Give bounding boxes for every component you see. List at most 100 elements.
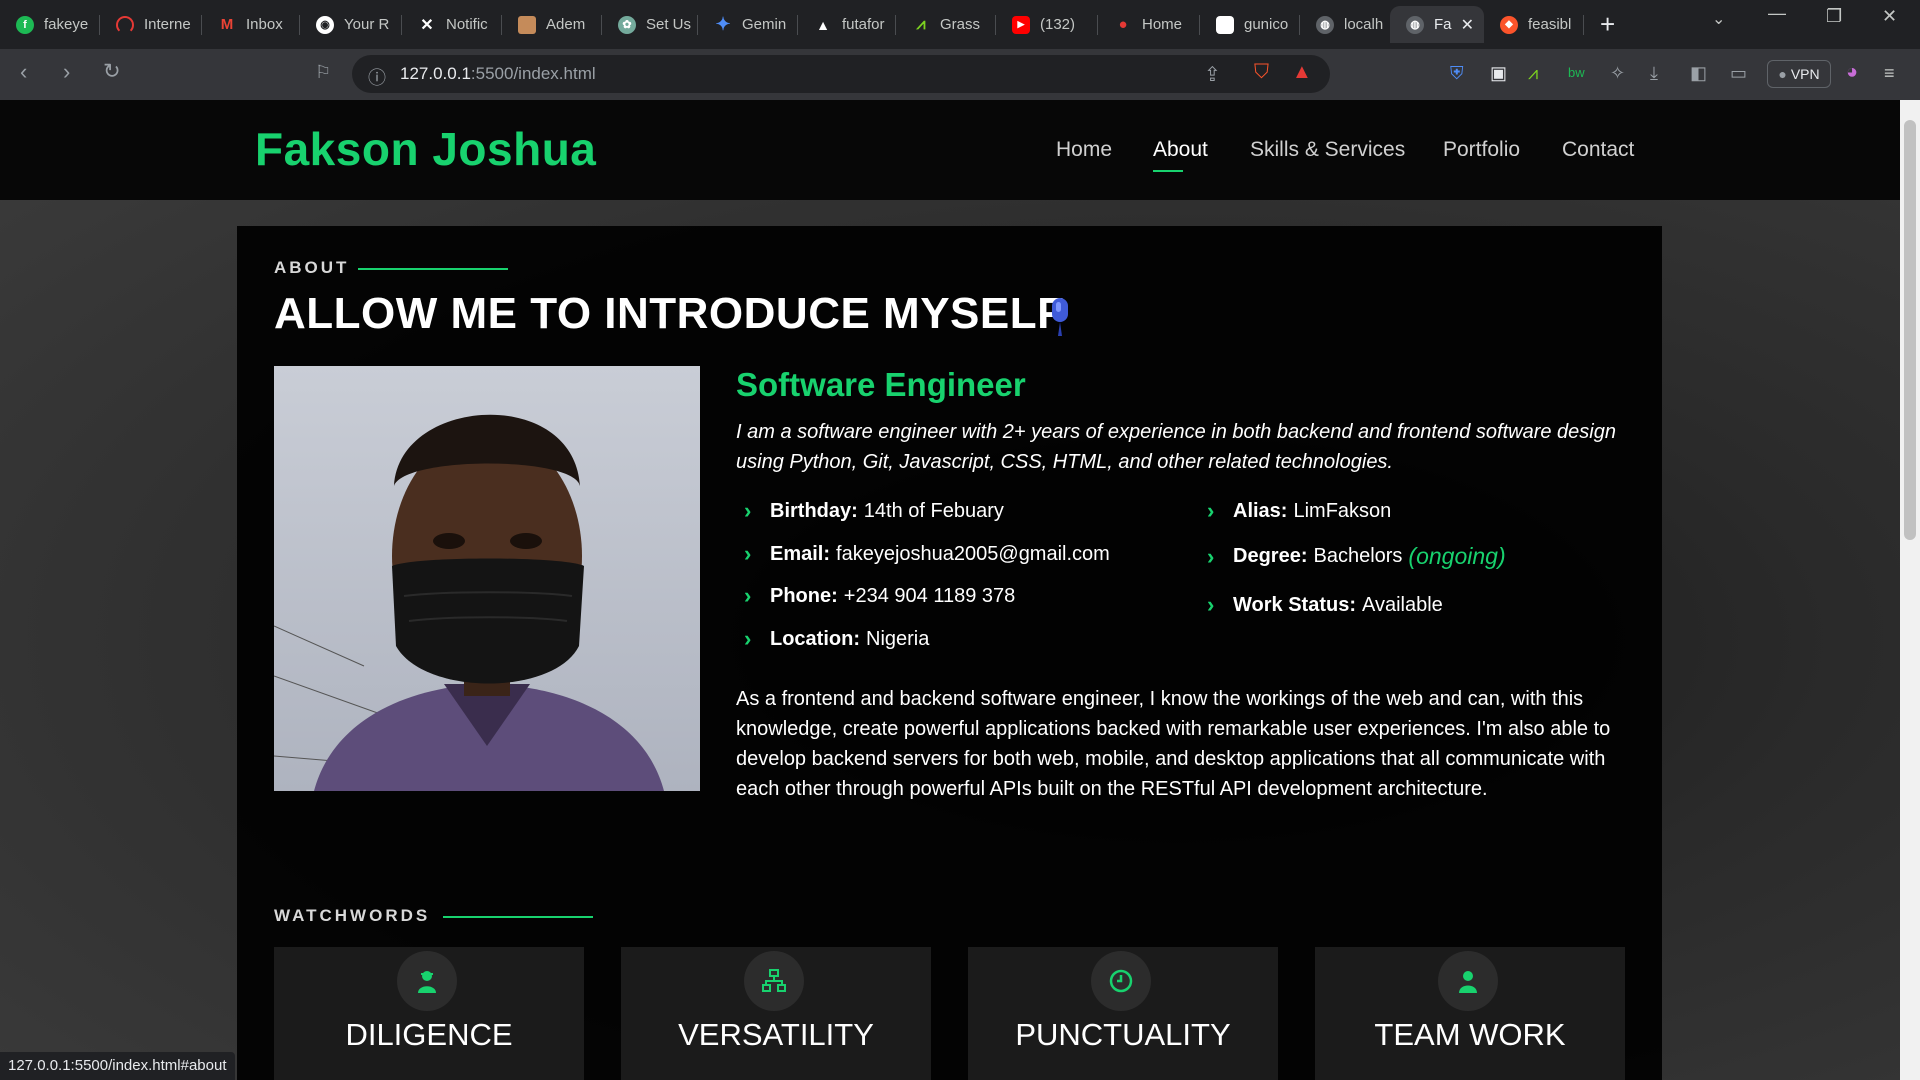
vpn-button[interactable]: ● VPN <box>1767 60 1831 88</box>
chevron-right-icon: › <box>744 498 752 523</box>
page-viewport: Fakson Joshua Home About Skills & Servic… <box>0 100 1900 1080</box>
pin-icon: ● <box>1118 16 1128 33</box>
close-tab-icon[interactable]: ✕ <box>1461 15 1474 35</box>
browser-tab[interactable]: ◍ localh <box>1300 6 1390 43</box>
about-description: As a frontend and backend software engin… <box>736 688 1611 800</box>
minimize-button[interactable]: — <box>1768 3 1786 24</box>
nav-contact[interactable]: Contact <box>1562 138 1634 162</box>
browser-tab[interactable]: ✕ Notific <box>402 6 502 43</box>
watchword-card-team-work: TEAM WORK <box>1315 947 1625 1080</box>
speedometer-icon <box>116 15 134 34</box>
globe-icon: ◍ <box>1406 15 1424 34</box>
fact-work-status: › Work Status: Available <box>1207 592 1443 617</box>
youtube-icon: ▶ <box>1012 15 1030 34</box>
back-button[interactable]: ‹ <box>20 59 27 85</box>
watchword-card-diligence: DILIGENCE <box>274 947 584 1080</box>
chevron-right-icon: › <box>744 626 752 651</box>
sidebar-icon[interactable]: ◧ <box>1690 63 1707 84</box>
share-icon[interactable]: ⇪ <box>1204 62 1221 87</box>
person-icon <box>1438 951 1498 1011</box>
browser-tab[interactable]: gunico <box>1200 6 1300 43</box>
brave-shield-icon[interactable]: ⛉ <box>1254 61 1269 84</box>
triangle-icon: ▲ <box>816 16 830 33</box>
nav-about[interactable]: About <box>1153 138 1208 172</box>
tab-search-icon[interactable]: ⌄ <box>1712 9 1725 29</box>
url-text[interactable]: 127.0.0.1:5500/index.html <box>400 64 596 84</box>
extensions-puzzle-icon[interactable]: ✧ <box>1610 63 1625 84</box>
extension-bw-icon[interactable]: bw <box>1568 65 1585 80</box>
browser-tab[interactable]: Adem <box>502 6 602 43</box>
browser-tab[interactable]: ✦ Gemin <box>698 6 798 43</box>
forward-button[interactable]: › <box>63 59 70 85</box>
gmail-icon: M <box>220 16 234 33</box>
close-window-button[interactable]: ✕ <box>1882 6 1897 27</box>
grass-extension-icon[interactable]: ⩘ <box>1528 63 1538 84</box>
bookmark-icon[interactable]: ⚐ <box>315 62 331 83</box>
watchword-title: DILIGENCE <box>345 1017 513 1052</box>
section-label-watchwords: WATCHWORDS <box>274 906 431 925</box>
gemini-icon: ✦ <box>715 14 731 34</box>
fact-email: › Email: fakeyejoshua2005@gmail.com <box>744 541 1110 566</box>
browser-tab[interactable]: f fakeye <box>0 6 100 43</box>
bitwarden-icon[interactable]: ⛨ <box>1450 63 1464 84</box>
chevron-right-icon: › <box>1207 498 1215 523</box>
brave-rewards-icon[interactable]: ▲ <box>1292 61 1312 84</box>
site-info-icon[interactable]: ⓘ <box>368 64 386 90</box>
grass-icon: ⩘ <box>916 15 926 33</box>
menu-icon[interactable]: ≡ <box>1884 63 1895 84</box>
browser-tab[interactable]: ✿ Set Us <box>602 6 698 43</box>
address-bar[interactable]: ⓘ 127.0.0.1:5500/index.html ⇪ ⛉ ▲ <box>352 55 1330 93</box>
x-icon: ✕ <box>420 16 434 34</box>
chevron-right-icon: › <box>1207 592 1215 617</box>
clock-icon <box>1091 951 1151 1011</box>
browser-tab-active[interactable]: ◍ Fa ✕ <box>1390 6 1484 43</box>
browser-tab[interactable]: M Inbox <box>202 6 300 43</box>
browser-tab[interactable]: ● Home <box>1098 6 1200 43</box>
nav-portfolio[interactable]: Portfolio <box>1443 138 1520 162</box>
browser-tab[interactable]: ◉ Your R <box>300 6 402 43</box>
fact-alias: › Alias: LimFakson <box>1207 498 1392 523</box>
chevron-right-icon: › <box>1207 543 1215 569</box>
scrollbar-thumb[interactable] <box>1904 120 1916 540</box>
green-f-icon: f <box>16 15 34 34</box>
status-bar-url: 127.0.0.1:5500/index.html#about <box>0 1052 235 1080</box>
globe-icon: ◍ <box>1316 15 1334 34</box>
nav-skills-services[interactable]: Skills & Services <box>1250 138 1405 162</box>
chatgpt-icon: ✿ <box>618 15 636 34</box>
site-logo[interactable]: Fakson Joshua <box>255 122 596 176</box>
browser-toolbar: ‹ › ↻ ⚐ ⓘ 127.0.0.1:5500/index.html ⇪ ⛉ … <box>0 49 1920 100</box>
fact-phone: › Phone: +234 904 1189 378 <box>744 583 1016 608</box>
hexagon-icon <box>1216 15 1234 34</box>
profile-photo <box>274 366 700 791</box>
maximize-button[interactable]: ❐ <box>1826 6 1842 27</box>
watchword-card-punctuality: PUNCTUALITY <box>968 947 1278 1080</box>
watchword-title: PUNCTUALITY <box>1015 1017 1231 1052</box>
reload-button[interactable]: ↻ <box>103 59 121 84</box>
chevron-right-icon: › <box>744 583 752 608</box>
watchword-title: VERSATILITY <box>678 1017 874 1052</box>
browser-tab[interactable]: ▲ futafor <box>798 6 896 43</box>
extension-icon[interactable]: ▣ <box>1490 63 1507 84</box>
leo-ai-icon[interactable]: ◕ <box>1846 61 1858 84</box>
section-label-about: ABOUT <box>274 258 350 277</box>
browser-tab[interactable]: ⩘ Grass <box>896 6 996 43</box>
chevron-right-icon: › <box>744 541 752 566</box>
about-heading: ALLOW ME TO INTRODUCE MYSELF <box>274 289 1065 338</box>
browser-tab-strip: f fakeye Interne M Inbox ◉ Your R ✕ Noti… <box>0 0 1920 49</box>
fact-degree: › Degree: Bachelors (ongoing) <box>1207 543 1506 569</box>
watchword-card-versatility: VERSATILITY <box>621 947 931 1080</box>
github-icon: ◉ <box>316 15 334 34</box>
avatar-icon <box>518 15 536 34</box>
brave-icon: ◆ <box>1500 15 1518 34</box>
watchword-title: TEAM WORK <box>1374 1017 1566 1052</box>
browser-tab[interactable]: ◆ feasibl <box>1484 6 1584 43</box>
microphone-icon <box>1052 298 1068 336</box>
nav-home[interactable]: Home <box>1056 138 1112 162</box>
site-header: Fakson Joshua Home About Skills & Servic… <box>0 100 1900 200</box>
download-icon[interactable]: ⤓ <box>1650 63 1658 84</box>
browser-tab[interactable]: Interne <box>100 6 202 43</box>
page-scrollbar[interactable] <box>1900 100 1920 1080</box>
wallet-icon[interactable]: ▭ <box>1730 63 1747 84</box>
new-tab-button[interactable]: + <box>1600 9 1615 40</box>
browser-tab[interactable]: ▶ (132) <box>996 6 1098 43</box>
